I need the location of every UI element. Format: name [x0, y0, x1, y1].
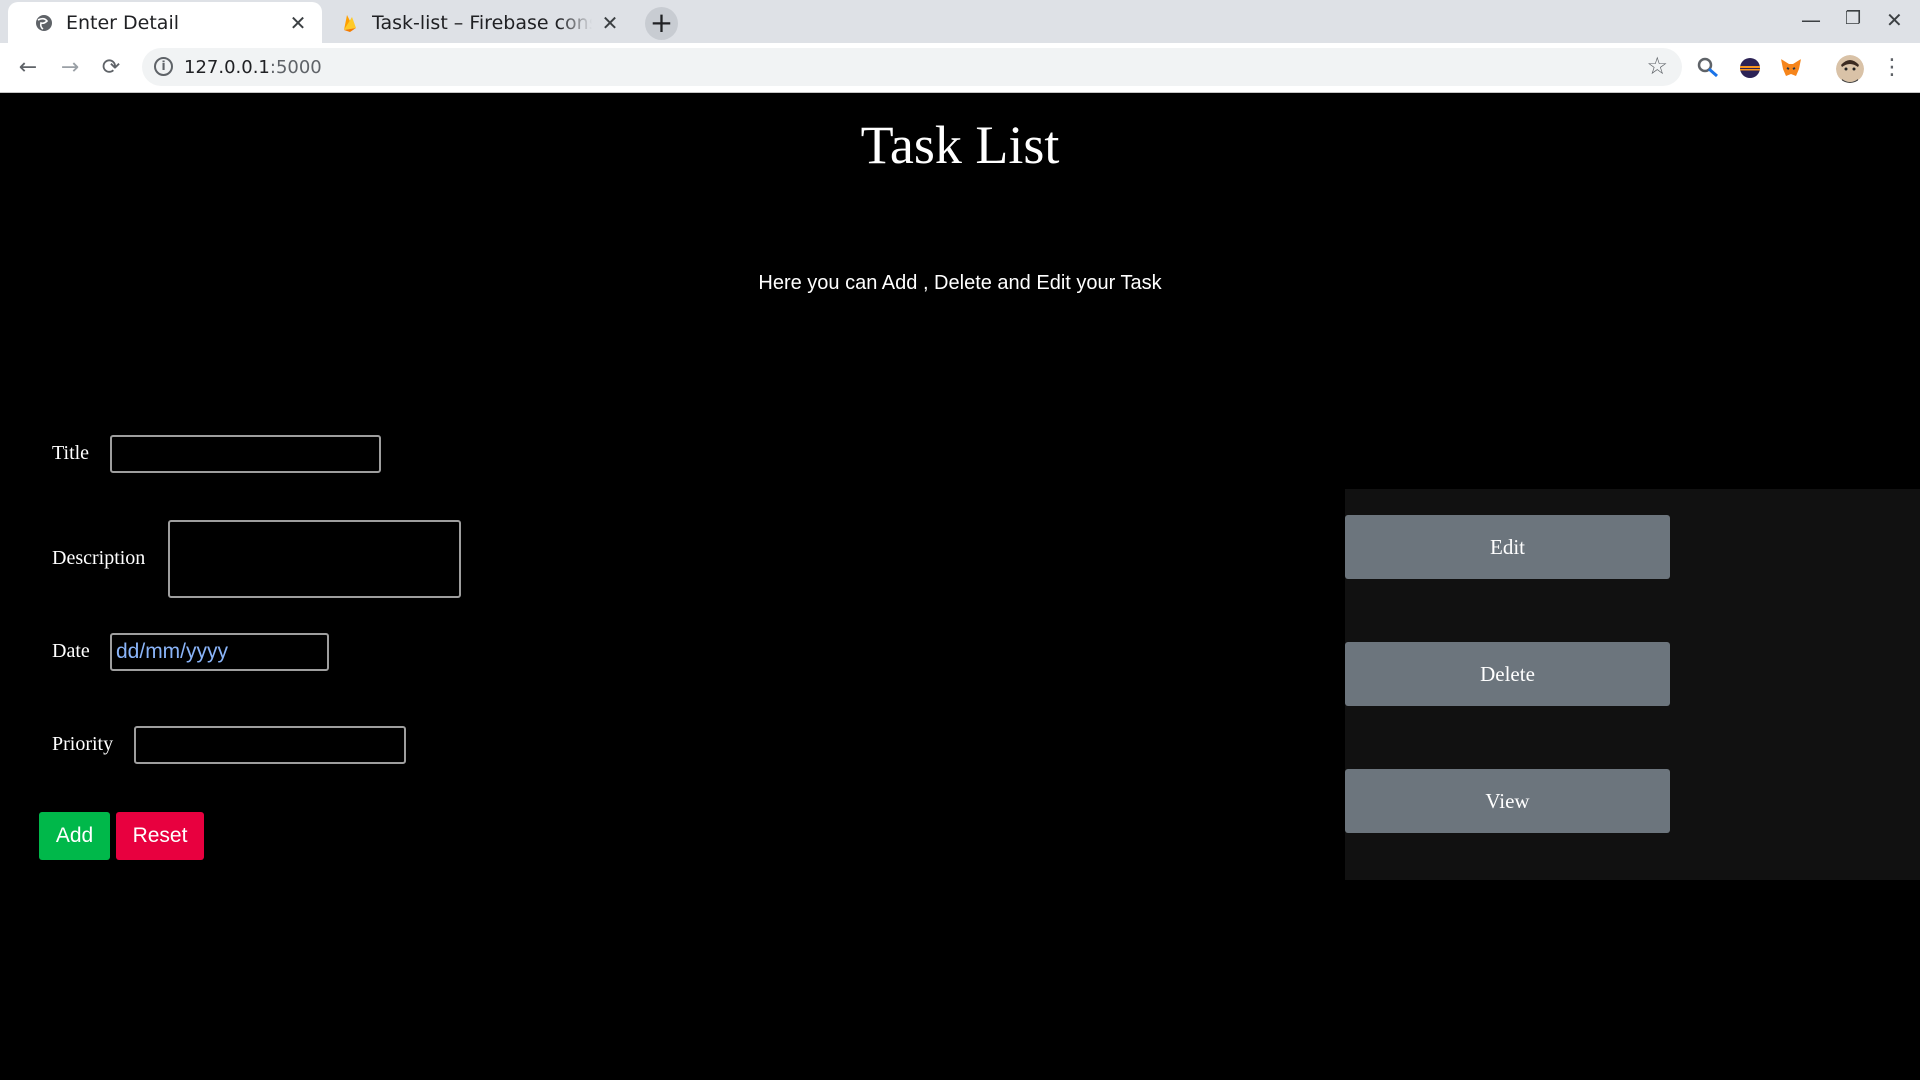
close-tab-icon[interactable]: ✕ — [288, 11, 308, 35]
add-button[interactable]: Add — [39, 812, 110, 860]
bookmark-star-icon[interactable]: ☆ — [1646, 52, 1668, 81]
new-tab-button[interactable]: + — [645, 7, 678, 40]
page-title: Task List — [860, 115, 1060, 175]
info-icon[interactable]: i — [154, 57, 173, 76]
tab-title: Enter Detail — [66, 11, 180, 34]
tab-firebase-console[interactable]: Task-list – Firebase console ✕ — [322, 2, 634, 43]
priority-input[interactable] — [134, 726, 406, 764]
restore-icon[interactable]: ❐ — [1845, 8, 1861, 29]
url-text[interactable]: 127.0.0.1:5000 — [184, 57, 322, 78]
description-textarea[interactable] — [168, 520, 461, 598]
eclipse-extension-icon[interactable] — [1737, 55, 1763, 81]
tab-title: Task-list – Firebase console — [372, 11, 592, 34]
browser-toolbar: ← → ⟳ i 127.0.0.1:5000 ☆ ⋮ — [0, 43, 1920, 93]
description-label: Description — [52, 547, 146, 569]
address-bar[interactable]: i 127.0.0.1:5000 ☆ — [142, 48, 1682, 86]
edit-button[interactable]: Edit — [1345, 515, 1670, 579]
back-icon[interactable]: ← — [14, 54, 42, 82]
title-label: Title — [52, 442, 90, 464]
title-input[interactable] — [110, 435, 381, 473]
metamask-fox-icon[interactable] — [1778, 55, 1804, 81]
view-button[interactable]: View — [1345, 769, 1670, 833]
profile-avatar[interactable] — [1836, 55, 1864, 83]
minimize-icon[interactable]: — — [1801, 8, 1821, 32]
date-label: Date — [52, 640, 90, 662]
url-host: 127.0.0.1 — [184, 57, 270, 78]
tab-strip: Enter Detail ✕ Task-list – Firebase cons… — [0, 0, 1920, 43]
forward-icon[interactable]: → — [56, 54, 84, 82]
page-content: Task List Here you can Add , Delete and … — [0, 94, 1920, 1080]
tab-enter-detail[interactable]: Enter Detail ✕ — [8, 2, 322, 43]
globe-icon — [36, 14, 52, 31]
reset-button[interactable]: Reset — [116, 812, 204, 860]
date-input[interactable] — [110, 633, 329, 671]
priority-label: Priority — [52, 733, 114, 755]
magnifier-extension-icon[interactable] — [1695, 55, 1721, 81]
close-window-icon[interactable]: ✕ — [1886, 8, 1903, 32]
delete-button[interactable]: Delete — [1345, 642, 1670, 706]
firebase-icon — [344, 14, 356, 32]
actions-panel: Edit Delete View — [1345, 489, 1920, 880]
url-port: :5000 — [269, 57, 322, 78]
menu-kebab-icon[interactable]: ⋮ — [1878, 54, 1906, 82]
page-subtitle: Here you can Add , Delete and Edit your … — [758, 272, 1162, 294]
reload-icon[interactable]: ⟳ — [97, 54, 125, 82]
close-tab-icon[interactable]: ✕ — [600, 11, 620, 35]
